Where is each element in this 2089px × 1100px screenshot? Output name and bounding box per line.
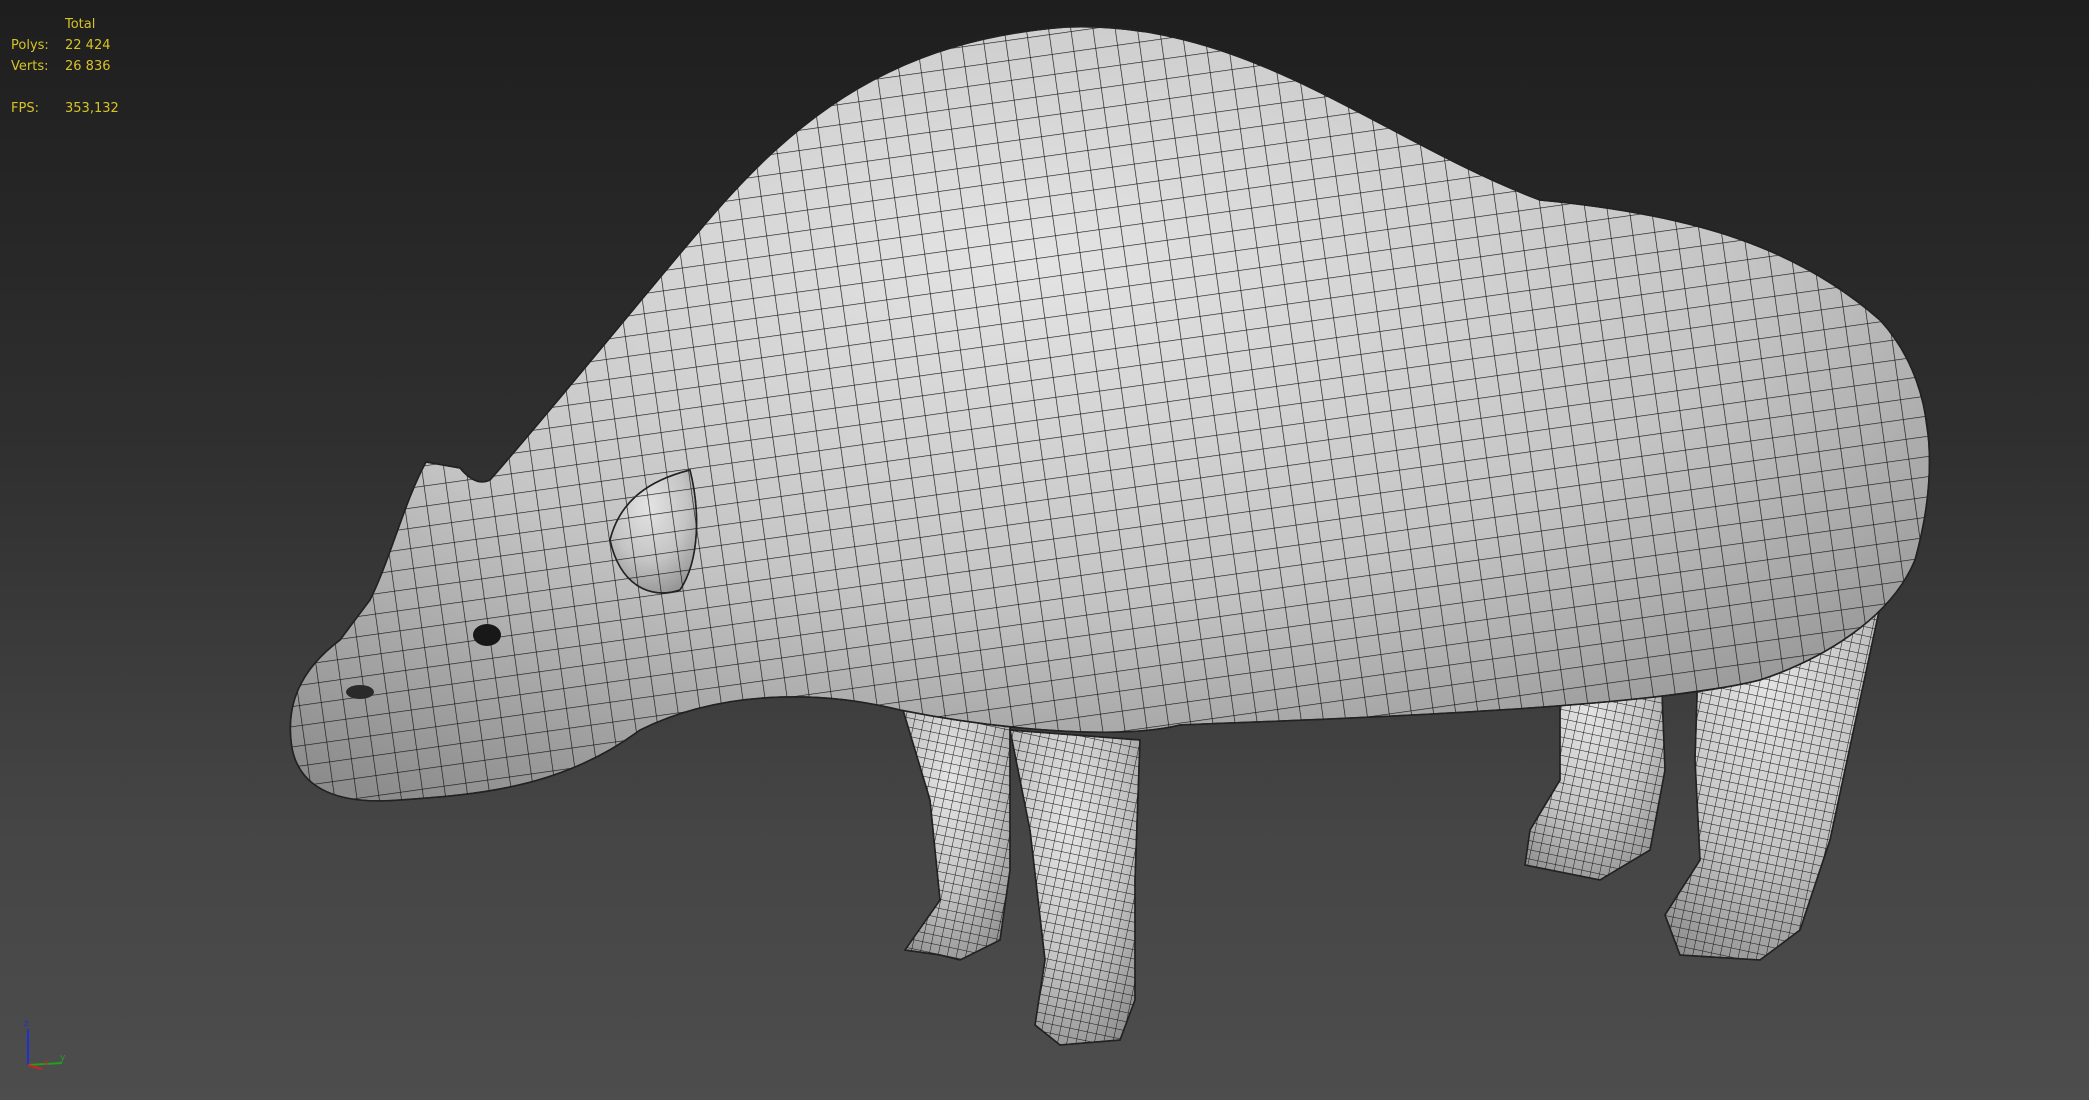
verts-label: Verts: bbox=[11, 59, 49, 74]
stats-header: Total bbox=[65, 17, 96, 32]
rhino-mesh[interactable] bbox=[289, 26, 1931, 1046]
front-leg-near-wireframe bbox=[1009, 729, 1141, 1046]
axis-x-label: x bbox=[44, 1058, 49, 1067]
axis-gizmo-icon: z y x bbox=[24, 1019, 66, 1070]
polys-value: 22 424 bbox=[65, 38, 111, 53]
fps-label: FPS: bbox=[11, 101, 39, 116]
front-leg-far-wireframe bbox=[898, 699, 1011, 961]
verts-value: 26 836 bbox=[65, 59, 111, 74]
fps-value: 353,132 bbox=[65, 101, 119, 116]
axis-z-label: z bbox=[24, 1019, 29, 1029]
viewport-3d[interactable] bbox=[0, 0, 2089, 1100]
body-wireframe bbox=[289, 26, 1931, 802]
polys-label: Polys: bbox=[11, 38, 49, 53]
axis-y-label: y bbox=[60, 1053, 66, 1063]
viewport-statistics: Total Polys: 22 424 Verts: 26 836 FPS: 353,… bbox=[11, 14, 119, 119]
